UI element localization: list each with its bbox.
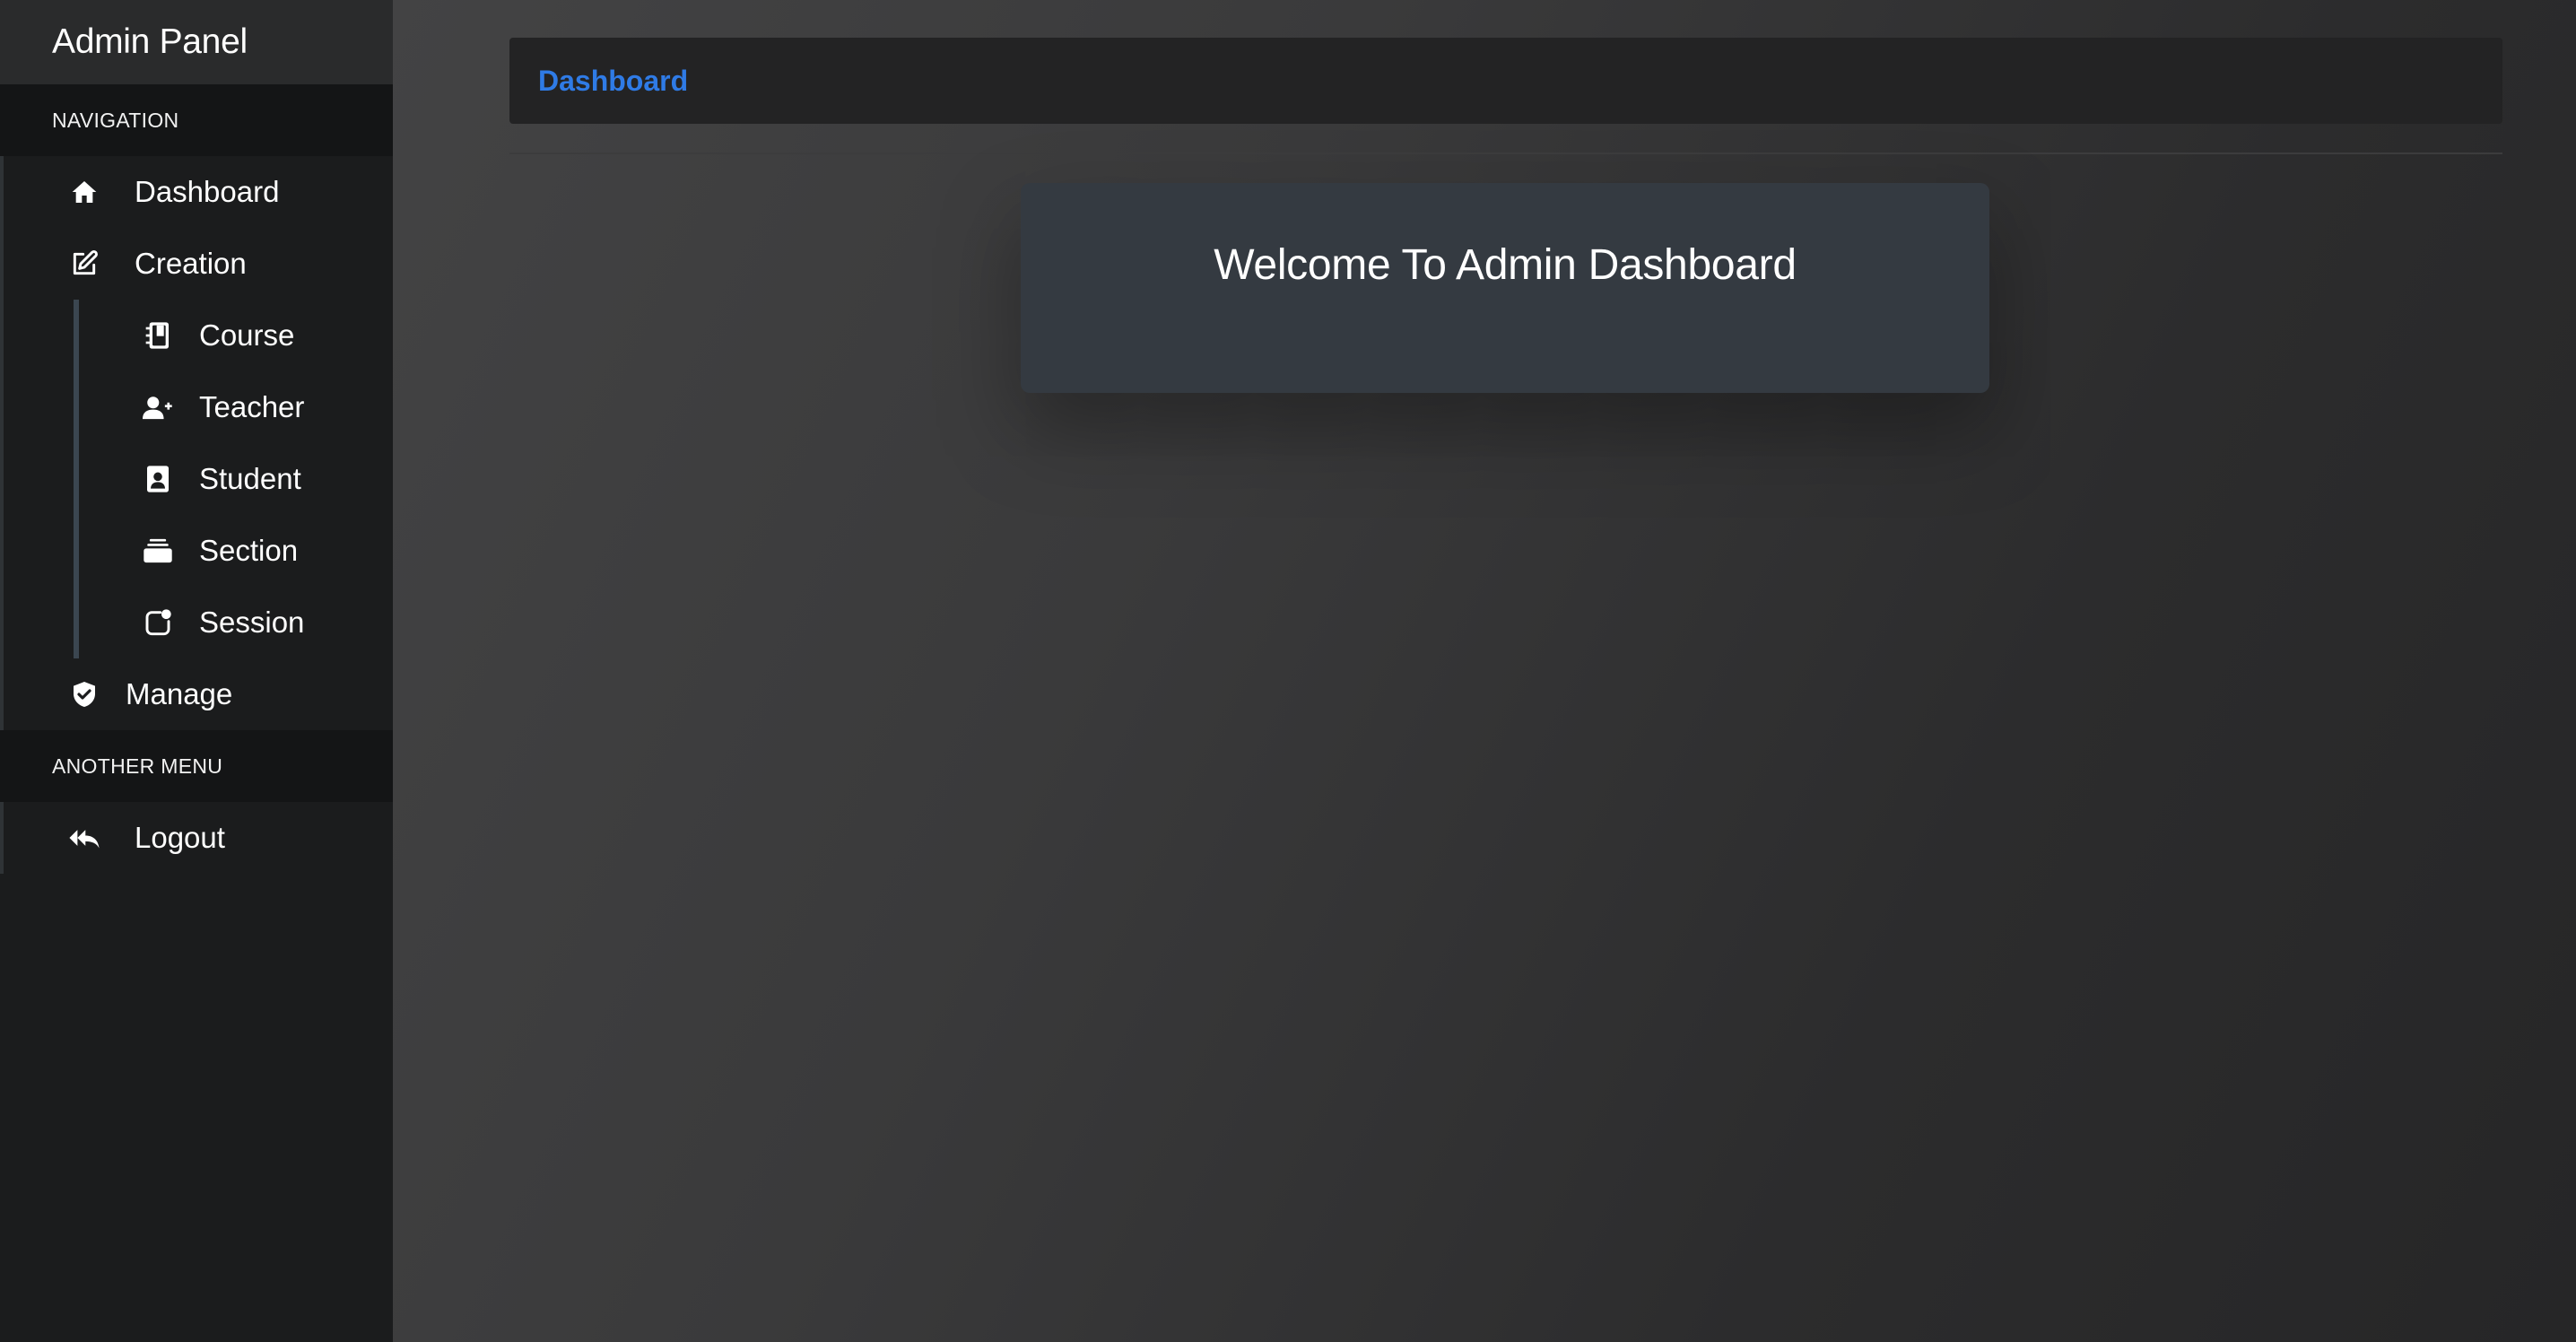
sidebar-item-label: Dashboard: [135, 175, 280, 208]
notebook-icon: [142, 319, 174, 352]
sidebar-item-label: Teacher: [199, 390, 305, 423]
sidebar-subitem-section[interactable]: Section: [74, 515, 393, 587]
welcome-title: Welcome To Admin Dashboard: [1214, 241, 1797, 289]
sidebar-subitem-teacher[interactable]: Teacher: [74, 371, 393, 443]
breadcrumb: Dashboard: [509, 38, 2502, 124]
sidebar-item-creation[interactable]: Creation: [4, 228, 393, 300]
main-content: Dashboard Welcome To Admin Dashboard: [393, 0, 2576, 1342]
shield-check-icon: [68, 678, 100, 710]
contact-card-icon: [142, 463, 174, 495]
menu-header-another-menu: ANOTHER MENU: [0, 730, 393, 802]
layers-icon: [142, 535, 174, 567]
breadcrumb-dashboard-link[interactable]: Dashboard: [538, 65, 688, 98]
sidebar-item-label: Section: [199, 534, 299, 567]
sidebar-item-dashboard[interactable]: Dashboard: [4, 156, 393, 228]
menu-header-navigation: NAVIGATION: [0, 84, 393, 156]
home-icon: [68, 176, 100, 208]
sidebar-subitem-student[interactable]: Student: [74, 443, 393, 515]
sidebar-item-label: Creation: [135, 247, 247, 280]
sidebar-item-label: Session: [199, 606, 305, 639]
sidebar-item-label: Student: [199, 462, 301, 495]
sidebar-subitem-session[interactable]: Session: [74, 587, 393, 658]
brand-title: Admin Panel: [0, 0, 393, 84]
navigation-menu: Dashboard Creation Course Teacher Studen…: [0, 156, 393, 730]
sidebar-item-label: Logout: [135, 821, 225, 854]
welcome-card: Welcome To Admin Dashboard: [1021, 183, 1989, 393]
sidebar-item-manage[interactable]: Manage: [4, 658, 393, 730]
edit-icon: [68, 248, 100, 280]
sidebar-item-label: Course: [199, 318, 295, 352]
session-icon: [142, 606, 174, 639]
sidebar-item-logout[interactable]: Logout: [4, 802, 393, 874]
another-menu: Logout: [0, 802, 393, 874]
sidebar: Admin Panel NAVIGATION Dashboard Creatio…: [0, 0, 393, 1342]
header-divider: [509, 152, 2502, 154]
reply-all-icon: [68, 822, 100, 854]
user-plus-icon: [142, 391, 174, 423]
sidebar-subitem-course[interactable]: Course: [74, 300, 393, 371]
sidebar-item-label: Manage: [126, 677, 233, 710]
